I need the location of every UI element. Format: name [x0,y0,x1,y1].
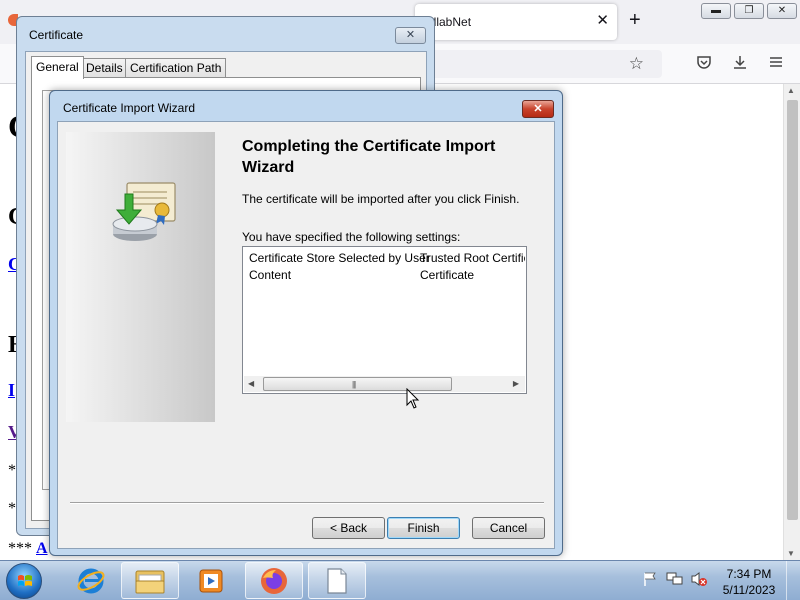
taskbar-explorer[interactable] [121,562,179,599]
settings-key: Content [249,268,292,282]
scroll-up-icon[interactable]: ▲ [787,86,795,95]
settings-list[interactable]: Certificate Store Selected by User Trust… [242,246,527,394]
restore-button[interactable]: ❐ [734,3,764,19]
taskbar-media[interactable] [182,562,240,599]
settings-row: Content Certificate [249,268,525,285]
settings-value: Certificate [420,268,475,282]
wizard-description: The certificate will be imported after y… [242,192,520,206]
minimize-button[interactable]: ▬ [701,3,731,19]
certificate-close-button[interactable]: ✕ [395,27,426,44]
certificate-import-icon [112,182,176,241]
settings-value: Trusted Root Certifica [420,251,525,265]
wizard-heading: Completing the Certificate Import Wizard [242,138,496,176]
page-text-fragment: *** [8,540,32,557]
settings-label: You have specified the following setting… [242,230,461,244]
close-tab-icon[interactable]: ✕ [596,13,609,28]
cancel-button[interactable]: Cancel [472,517,545,539]
clock-date: 5/11/2023 [722,583,776,597]
url-bar[interactable]: ☆ [430,50,662,78]
windows-logo-icon [18,575,32,586]
firefox-icon [261,567,287,594]
page-link-fragment[interactable]: A [36,540,48,558]
settings-table: Certificate Store Selected by User Trust… [249,251,525,285]
action-center-flag-icon[interactable] [642,571,658,587]
scrollbar-thumb[interactable] [787,100,798,520]
clock[interactable]: 7:34 PM 5/11/2023 [716,566,782,598]
taskbar-firefox[interactable] [245,562,303,599]
pocket-icon[interactable] [696,54,712,75]
new-tab-icon[interactable]: + [629,10,641,30]
finish-button[interactable]: Finish [387,517,460,539]
star-icon[interactable]: ☆ [629,54,644,74]
page-text-fragment: * [8,500,16,517]
media-player-icon [199,569,223,592]
back-button[interactable]: < Back [312,517,385,539]
page-scrollbar[interactable]: ▲ ▼ [783,84,800,560]
wizard-client: Completing the Certificate Import Wizard… [57,121,555,549]
volume-muted-icon[interactable] [690,571,708,587]
settings-row: Certificate Store Selected by User Trust… [249,251,525,268]
tab-general[interactable]: General [31,56,84,79]
page-link-fragment[interactable]: I [8,380,15,401]
wizard-side-panel [66,132,215,422]
menu-icon[interactable] [768,54,784,75]
scrollbar-thumb[interactable]: ||| [263,377,452,391]
taskbar-document[interactable] [308,562,366,599]
wizard-title: Certificate Import Wizard [63,101,196,115]
wizard-close-button[interactable]: ✕ [522,100,554,118]
taskbar: 7:34 PM 5/11/2023 [0,560,800,600]
import-wizard-dialog: Certificate Import Wizard ✕ Completing t… [49,90,563,556]
certificate-window-title: Certificate [29,28,84,42]
document-icon [327,567,347,594]
mouse-cursor-icon [406,388,420,409]
taskbar-ie[interactable] [62,562,120,599]
scroll-right-icon[interactable]: ▶ [513,379,519,388]
page-text-fragment: * [8,462,16,479]
clock-time: 7:34 PM [726,567,772,581]
tab-details[interactable]: Details [81,58,128,78]
file-explorer-icon [135,570,165,593]
show-desktop-button[interactable] [786,561,800,600]
download-icon[interactable] [732,54,748,75]
grip-icon: ||| [352,380,356,389]
scroll-down-icon[interactable]: ▼ [787,549,795,558]
start-button[interactable] [6,563,42,599]
network-icon[interactable] [666,571,684,587]
horizontal-scrollbar[interactable]: ◀ ||| ▶ [244,376,525,392]
settings-key: Certificate Store Selected by User [249,251,430,265]
wizard-separator [70,502,544,504]
internet-explorer-icon [77,568,105,593]
browser-tab[interactable]: ollabNet ✕ [415,4,617,40]
close-window-button[interactable]: ✕ [767,3,797,19]
tab-certification-path[interactable]: Certification Path [125,58,227,78]
scroll-left-icon[interactable]: ◀ [248,379,254,388]
